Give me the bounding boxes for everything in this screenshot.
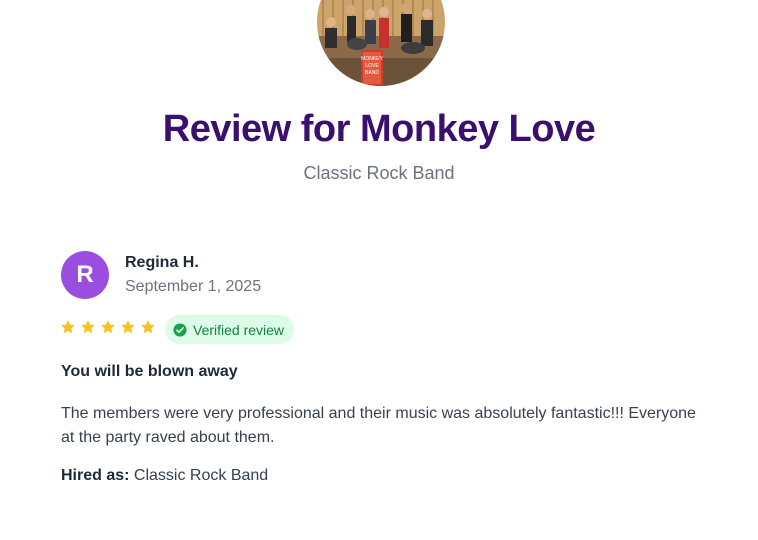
verified-label: Verified review (193, 321, 285, 338)
band-sign-line-2: LOVE (365, 63, 379, 69)
verified-badge: Verified review (165, 315, 295, 344)
reviewer-name: Regina H. (125, 254, 199, 271)
review-date: September 1, 2025 (125, 278, 262, 295)
star-icon (141, 320, 155, 334)
hired-as: Hired as: Classic Rock Band (61, 467, 268, 485)
band-sign-line-1: MONKEY (361, 56, 383, 62)
page-title: Review for Monkey Love (162, 108, 596, 150)
page-subtitle: Classic Rock Band (303, 163, 455, 183)
review-title: You will be blown away (61, 363, 238, 380)
band-sign-line-3: BAND (365, 70, 379, 76)
review-body: The members were very professional and t… (61, 405, 696, 446)
hired-as-label: Hired as: (61, 467, 130, 484)
star-icon (61, 320, 75, 334)
star-icon (81, 320, 95, 334)
avatar: R (61, 251, 109, 299)
hired-as-value: Classic Rock Band (133, 467, 269, 484)
star-icon (101, 320, 115, 334)
star-icon (121, 320, 135, 334)
band-photo: MONKEY LOVE BAND (317, 0, 445, 86)
star-rating (60, 319, 156, 335)
check-circle-icon (173, 322, 187, 337)
